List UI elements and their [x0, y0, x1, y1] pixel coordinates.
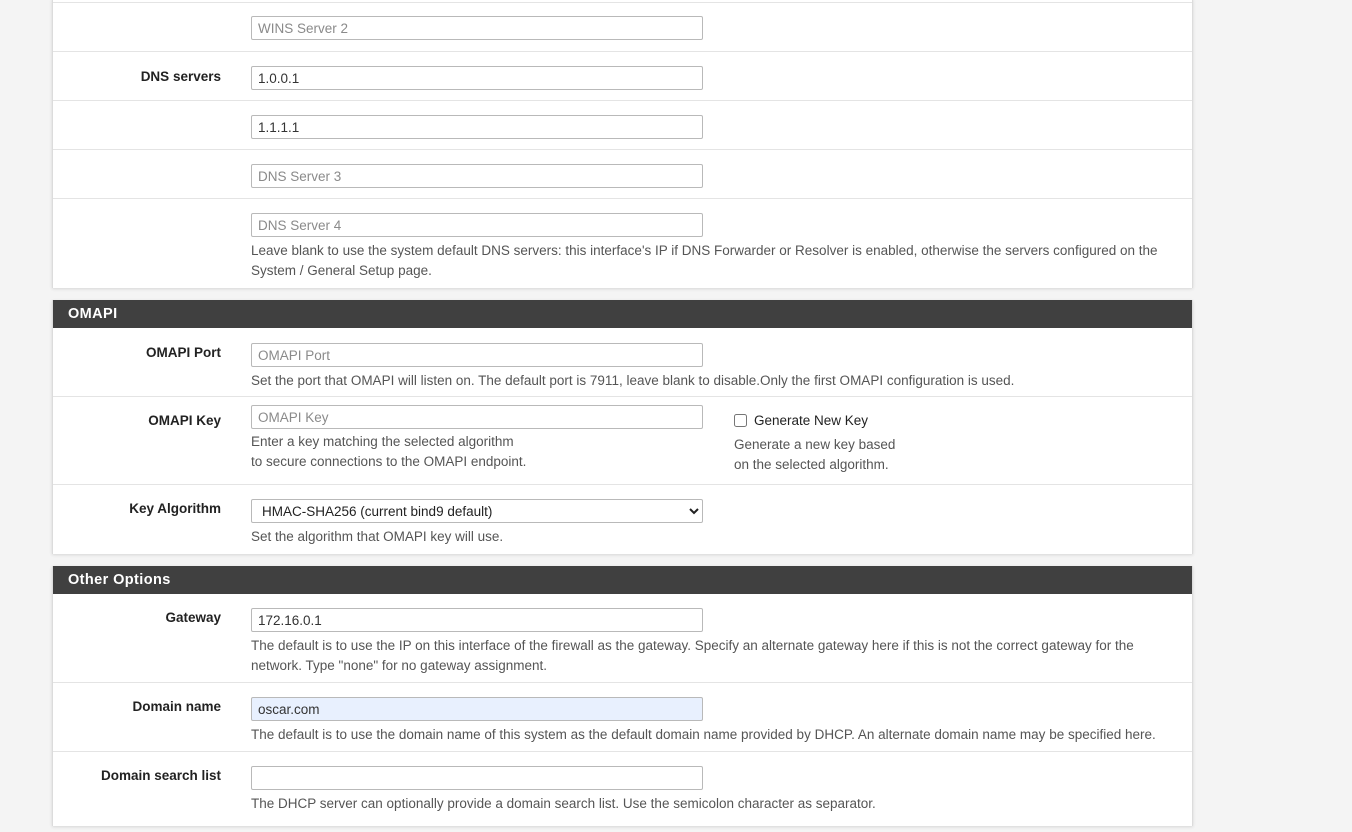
- domain-name-input[interactable]: [251, 697, 703, 721]
- generate-new-key-help: Generate a new key based on the selected…: [734, 435, 895, 475]
- domain-name-row: Domain name The default is to use the do…: [53, 683, 1192, 752]
- omapi-key-help-line-2: to secure connections to the OMAPI endpo…: [251, 454, 527, 469]
- gateway-help-line-1: The default is to use the IP on this int…: [251, 638, 1134, 653]
- domain-search-list-help: The DHCP server can optionally provide a…: [251, 796, 876, 811]
- omapi-key-help: Enter a key matching the selected algori…: [251, 432, 526, 472]
- dns-server-2-input[interactable]: [251, 115, 703, 139]
- gateway-help: The default is to use the IP on this int…: [251, 636, 1191, 676]
- domain-name-label: Domain name: [132, 699, 221, 714]
- dns-panel: DNS servers Leave blank to use the syste…: [52, 0, 1193, 288]
- other-options-panel: Other Options Gateway The default is to …: [52, 566, 1193, 826]
- generate-help-line-2: on the selected algorithm.: [734, 457, 889, 472]
- omapi-key-help-line-1: Enter a key matching the selected algori…: [251, 434, 514, 449]
- generate-new-key-checkbox[interactable]: [734, 414, 747, 427]
- domain-search-list-label: Domain search list: [100, 768, 221, 783]
- dns-servers-help: Leave blank to use the system default DN…: [251, 241, 1191, 281]
- other-options-heading: Other Options: [53, 566, 1192, 594]
- wins-server-2-row-body: [53, 3, 1192, 52]
- domain-search-list-input[interactable]: [251, 766, 703, 790]
- omapi-key-label: OMAPI Key: [148, 413, 221, 428]
- domain-search-list-row: Domain search list The DHCP server can o…: [53, 752, 1192, 832]
- dns-server-2-row: [53, 101, 1192, 150]
- omapi-port-input[interactable]: [251, 343, 703, 367]
- generate-new-key-label: Generate New Key: [754, 413, 869, 428]
- omapi-key-input[interactable]: [251, 405, 703, 429]
- key-algorithm-row: Key Algorithm HMAC-SHA256 (current bind9…: [53, 485, 1192, 554]
- omapi-panel: OMAPI OMAPI Port Set the port that OMAPI…: [52, 300, 1193, 554]
- gateway-help-line-2: network. Type "none" for no gateway assi…: [251, 658, 548, 673]
- dns-server-4-row: Leave blank to use the system default DN…: [53, 199, 1192, 288]
- key-algorithm-help: Set the algorithm that OMAPI key will us…: [251, 529, 504, 544]
- wins-server-2-input[interactable]: [251, 16, 703, 40]
- dns-server-1-input[interactable]: [251, 66, 703, 90]
- key-algorithm-label: Key Algorithm: [129, 501, 221, 516]
- dns-server-4-input[interactable]: [251, 213, 703, 237]
- omapi-port-row: OMAPI Port Set the port that OMAPI will …: [53, 328, 1192, 397]
- generate-help-line-1: Generate a new key based: [734, 437, 896, 452]
- gateway-row: Gateway The default is to use the IP on …: [53, 594, 1192, 683]
- domain-name-help: The default is to use the domain name of…: [251, 727, 1156, 742]
- dns-help-line-2: System / General Setup page.: [251, 263, 432, 278]
- dns-servers-label: DNS servers: [140, 69, 221, 84]
- dns-server-3-row: [53, 150, 1192, 199]
- omapi-key-row: OMAPI Key Enter a key matching the selec…: [53, 397, 1192, 485]
- dns-server-1-row: DNS servers: [53, 52, 1192, 101]
- gateway-label: Gateway: [165, 610, 221, 625]
- dns-server-3-input[interactable]: [251, 164, 703, 188]
- omapi-port-help: Set the port that OMAPI will listen on. …: [251, 373, 1015, 388]
- generate-new-key-option[interactable]: Generate New Key: [734, 413, 868, 428]
- key-algorithm-select[interactable]: HMAC-SHA256 (current bind9 default): [251, 499, 703, 523]
- omapi-heading: OMAPI: [53, 300, 1192, 328]
- gateway-input[interactable]: [251, 608, 703, 632]
- dns-help-line-1: Leave blank to use the system default DN…: [251, 243, 1158, 258]
- omapi-port-label: OMAPI Port: [145, 345, 221, 360]
